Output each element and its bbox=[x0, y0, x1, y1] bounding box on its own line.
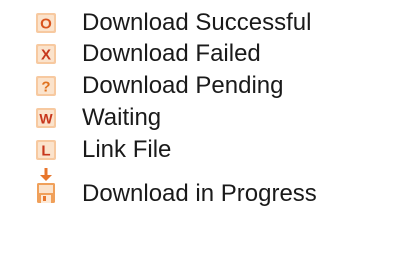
legend-item-link-file: L Link File bbox=[0, 134, 396, 166]
svg-text:L: L bbox=[41, 143, 50, 160]
link-file-icon: L bbox=[36, 140, 56, 160]
legend-label: Download Failed bbox=[82, 40, 261, 67]
download-status-legend: O Download Successful X Download Failed … bbox=[0, 0, 396, 254]
legend-label: Download in Progress bbox=[82, 180, 317, 207]
legend-item-download-in-progress: Download in Progress bbox=[0, 168, 396, 210]
svg-text:O: O bbox=[40, 16, 52, 33]
svg-text:?: ? bbox=[41, 79, 50, 96]
svg-text:W: W bbox=[39, 111, 53, 127]
legend-label: Download Pending bbox=[82, 72, 284, 99]
legend-label: Waiting bbox=[82, 104, 162, 131]
legend-item-download-failed: X Download Failed bbox=[0, 38, 396, 70]
waiting-icon: W bbox=[36, 108, 56, 128]
download-successful-icon: O bbox=[36, 13, 56, 33]
legend-item-download-successful: O Download Successful bbox=[0, 7, 396, 39]
legend-item-waiting: W Waiting bbox=[0, 102, 396, 134]
download-failed-icon: X bbox=[36, 44, 56, 64]
svg-text:X: X bbox=[41, 47, 51, 64]
legend-item-download-pending: ? Download Pending bbox=[0, 70, 396, 102]
download-pending-icon: ? bbox=[36, 76, 56, 96]
legend-label: Link File bbox=[82, 136, 172, 163]
download-in-progress-icon bbox=[37, 168, 55, 203]
legend-label: Download Successful bbox=[82, 9, 312, 36]
